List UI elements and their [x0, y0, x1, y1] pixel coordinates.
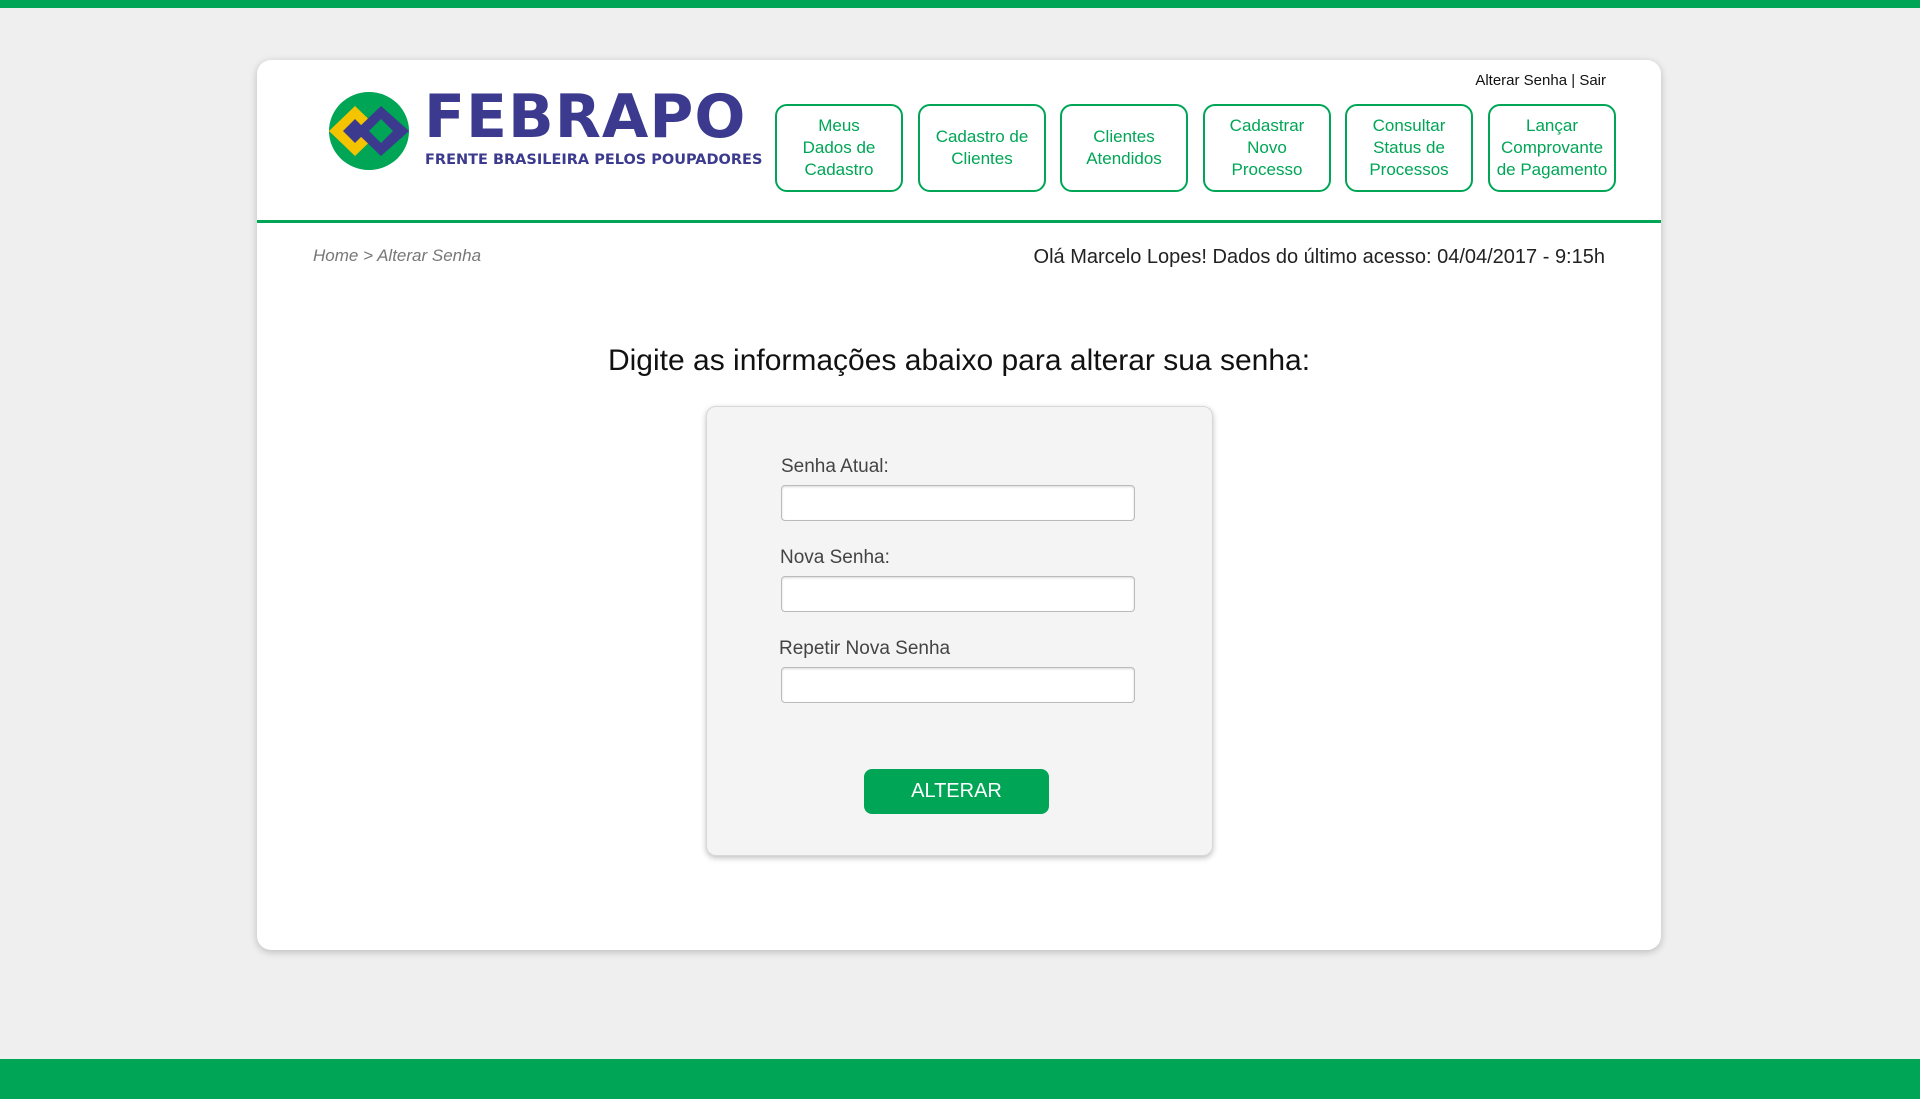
- page-title: Digite as informações abaixo para altera…: [607, 344, 1311, 377]
- repeat-password-label: Repetir Nova Senha: [779, 638, 951, 659]
- change-password-link[interactable]: Alterar Senha: [1475, 72, 1567, 89]
- header-divider: [257, 220, 1661, 223]
- current-password-label: Senha Atual:: [781, 456, 889, 477]
- nav-register-new-process[interactable]: Cadastrar Novo Processo: [1203, 104, 1331, 192]
- nav-served-clients[interactable]: Clientes Atendidos: [1060, 104, 1188, 192]
- nav-check-process-status[interactable]: Consultar Status de Processos: [1345, 104, 1473, 192]
- top-accent-bar: [0, 0, 1920, 8]
- breadcrumb: Home > Alterar Senha: [313, 246, 482, 265]
- febrapo-logo[interactable]: FEBRAPO FRENTE BRASILEIRA PELOS POUPADOR…: [325, 82, 762, 172]
- logout-link[interactable]: Sair: [1579, 72, 1606, 89]
- footer-bar: [0, 1059, 1920, 1099]
- current-password-input[interactable]: [781, 485, 1135, 521]
- change-password-form: Senha Atual: Nova Senha: Repetir Nova Se…: [706, 406, 1213, 856]
- logo-wordmark: FEBRAPO: [424, 82, 747, 152]
- account-links: Alterar Senha | Sair: [1475, 72, 1606, 89]
- new-password-input[interactable]: [781, 576, 1135, 612]
- nav-client-registration[interactable]: Cadastro de Clientes: [918, 104, 1046, 192]
- febrapo-logo-icon: [329, 92, 409, 170]
- user-greeting: Olá Marcelo Lopes! Dados do último acess…: [1033, 246, 1605, 268]
- new-password-label: Nova Senha:: [780, 547, 890, 568]
- nav-submit-payment-receipt[interactable]: Lançar Comprovante de Pagamento: [1488, 104, 1616, 192]
- submit-change-password-button[interactable]: ALTERAR: [864, 769, 1049, 814]
- nav-my-registration-data[interactable]: Meus Dados de Cadastro: [775, 104, 903, 192]
- logo-tagline: FRENTE BRASILEIRA PELOS POUPADORES: [425, 152, 763, 168]
- link-separator: |: [1571, 72, 1576, 89]
- repeat-password-input[interactable]: [781, 667, 1135, 703]
- main-card: FEBRAPO FRENTE BRASILEIRA PELOS POUPADOR…: [257, 60, 1661, 950]
